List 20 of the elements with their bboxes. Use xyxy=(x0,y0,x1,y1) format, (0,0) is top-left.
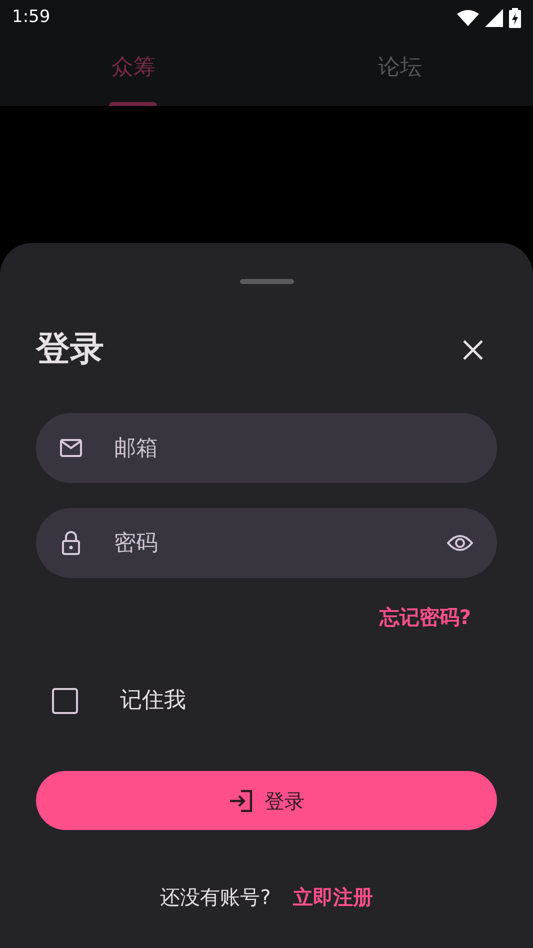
drag-handle[interactable] xyxy=(240,279,294,284)
status-time: 1:59 xyxy=(12,6,50,29)
register-link[interactable]: 立即注册 xyxy=(292,882,373,912)
wifi-icon xyxy=(457,10,479,26)
email-field[interactable]: 邮箱 xyxy=(36,413,497,483)
tab[interactable]: 论坛 xyxy=(266,35,533,106)
lock-icon xyxy=(62,531,80,555)
eye-icon[interactable] xyxy=(447,534,473,552)
close-icon[interactable] xyxy=(463,340,483,360)
sheet-title: 登录 xyxy=(36,328,104,371)
signal-icon xyxy=(485,8,503,26)
mail-icon xyxy=(60,439,82,457)
login-button[interactable]: 登录 xyxy=(36,771,497,830)
forgot-password-link[interactable]: 忘记密码? xyxy=(379,602,471,632)
remember-label: 记住我 xyxy=(120,687,186,715)
remember-checkbox[interactable] xyxy=(52,688,78,714)
password-field[interactable]: 密码 xyxy=(36,508,497,578)
register-prompt: 还没有账号? xyxy=(160,884,271,911)
login-icon xyxy=(228,790,252,812)
battery-icon xyxy=(509,8,521,28)
